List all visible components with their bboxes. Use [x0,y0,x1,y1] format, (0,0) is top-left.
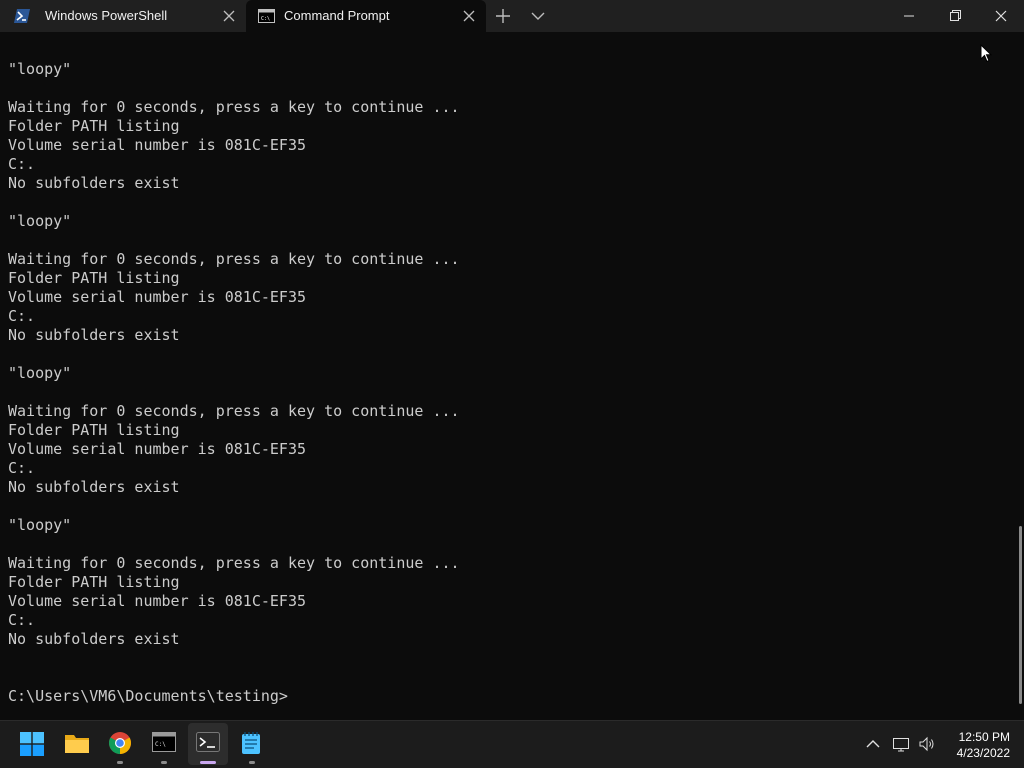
close-icon[interactable] [222,9,236,23]
chevron-up-icon[interactable] [864,735,882,753]
running-indicator [117,761,123,764]
cmd-icon: C:\ [258,9,275,23]
svg-text:C:\: C:\ [155,741,166,748]
start-button[interactable] [12,723,52,765]
terminal-line: Waiting for 0 seconds, press a key to co… [8,554,460,572]
terminal-line: Volume serial number is 081C-EF35 [8,136,307,154]
terminal-line: Volume serial number is 081C-EF35 [8,440,307,458]
terminal-output[interactable]: "loopy" Waiting for 0 seconds, press a ke… [0,32,1018,718]
scrollbar-thumb[interactable] [1019,526,1022,704]
terminal-line: Folder PATH listing [8,117,180,135]
active-indicator [200,761,216,764]
terminal-line: C:. [8,155,36,173]
clock-date: 4/23/2022 [956,746,1010,760]
title-bar: Windows PowerShell C:\ Command Prompt [0,0,1024,32]
mouse-cursor-icon [980,44,992,63]
taskbar-notepad[interactable] [232,723,272,765]
terminal-line: "loopy" [8,364,72,382]
taskbar-file-explorer[interactable] [56,723,96,765]
folder-icon [65,735,89,753]
terminal-icon [196,732,220,752]
taskbar: C:\ 12:50 PM 4/23/2022 [0,720,1024,768]
windows-start-icon [20,732,44,756]
terminal-line: Waiting for 0 seconds, press a key to co… [8,250,460,268]
terminal-line: Volume serial number is 081C-EF35 [8,288,307,306]
terminal-line: Folder PATH listing [8,269,180,287]
terminal-line: "loopy" [8,516,72,534]
terminal-line: No subfolders exist [8,630,180,648]
powershell-icon [14,9,30,23]
terminal-line: C:. [8,307,36,325]
chevron-down-icon[interactable] [530,9,546,23]
network-icon[interactable] [892,735,910,753]
running-indicator [249,761,255,764]
notepad-icon [242,732,260,754]
tab-label: Command Prompt [284,8,390,23]
scrollbar[interactable] [1018,32,1024,718]
svg-text:C:\: C:\ [261,16,270,22]
terminal-line: Waiting for 0 seconds, press a key to co… [8,98,460,116]
terminal-line: "loopy" [8,60,72,78]
minimize-icon[interactable] [886,0,932,32]
tab-windows-powershell[interactable]: Windows PowerShell [0,0,246,32]
terminal-line: Folder PATH listing [8,421,180,439]
restore-icon[interactable] [932,0,978,32]
terminal-line: No subfolders exist [8,174,180,192]
terminal-line: No subfolders exist [8,326,180,344]
terminal-line: Folder PATH listing [8,573,180,591]
running-indicator [161,761,167,764]
terminal-line: Waiting for 0 seconds, press a key to co… [8,402,460,420]
terminal-line: C:. [8,459,36,477]
terminal-text: "loopy" Waiting for 0 seconds, press a ke… [8,60,460,706]
cmd-icon: C:\ [152,732,176,752]
terminal-line: C:\Users\VM6\Documents\testing> [8,687,288,705]
close-icon[interactable] [978,0,1024,32]
volume-icon[interactable] [918,735,936,753]
terminal-line: No subfolders exist [8,478,180,496]
new-tab-icon[interactable] [494,7,512,25]
terminal-line: C:. [8,611,36,629]
tab-command-prompt[interactable]: C:\ Command Prompt [246,0,486,32]
taskbar-terminal[interactable] [188,723,228,765]
chrome-icon [109,732,131,754]
taskbar-command-prompt[interactable]: C:\ [144,723,184,765]
taskbar-chrome[interactable] [100,723,140,765]
close-icon[interactable] [462,9,476,23]
terminal-line: "loopy" [8,212,72,230]
terminal-line: Volume serial number is 081C-EF35 [8,592,307,610]
tab-label: Windows PowerShell [45,8,168,23]
system-clock[interactable]: 12:50 PM 4/23/2022 [944,729,1010,761]
clock-time: 12:50 PM [958,730,1010,744]
